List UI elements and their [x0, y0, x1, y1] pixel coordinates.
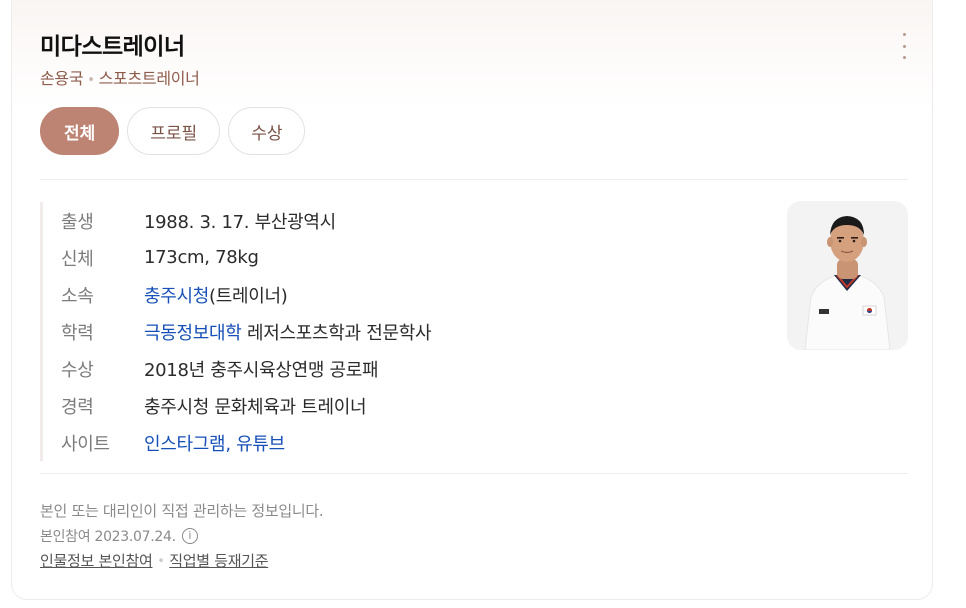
self-participation-link[interactable]: 인물정보 본인참여: [40, 550, 153, 571]
tab-all[interactable]: 전체: [40, 107, 120, 155]
youtube-link[interactable]: 유튜브: [236, 434, 285, 455]
page-title: 미다스트레이너: [40, 34, 185, 60]
info-label: 소속: [61, 285, 94, 307]
separator-dot: •: [157, 553, 165, 568]
separator-dot: •: [87, 73, 95, 88]
info-row-education: 학력 극동정보대학 레저스포츠학과 전문학사: [61, 313, 432, 350]
education-suffix: 레저스포츠학과 전문학사: [241, 322, 432, 344]
info-row-affiliation: 소속 충주시청(트레이너): [61, 276, 431, 313]
tab-awards[interactable]: 수상: [228, 107, 306, 155]
info-label: 사이트: [61, 433, 110, 455]
info-label: 수상: [61, 359, 94, 381]
participation-date: 본인참여 2023.07.24.: [40, 528, 176, 545]
profile-card: 미다스트레이너 손용국 • 스포츠트레이너 전체 프로필 수상 출생 1988. 3…: [11, 0, 933, 600]
info-label: 출생: [61, 211, 94, 233]
info-value: 극동정보대학 레저스포츠학과 전문학사: [144, 319, 432, 345]
info-label: 학력: [61, 322, 94, 344]
divider: [40, 473, 908, 474]
affiliation-suffix: (트레이너): [209, 285, 288, 307]
info-value: 충주시청 문화체육과 트레이너: [144, 396, 367, 418]
info-row-award: 수상 2018년 충주시육상연맹 공로패: [61, 350, 431, 387]
footer: 본인 또는 대리인이 직접 관리하는 정보입니다. 본인참여 2023.07.2…: [40, 498, 324, 573]
info-label: 신체: [61, 248, 94, 270]
info-row-birth: 출생 1988. 3. 17. 부산광역시: [61, 202, 431, 239]
profile-info-list: 출생 1988. 3. 17. 부산광역시 신체 173cm, 78kg 소속 …: [40, 202, 432, 461]
site-separator: ,: [225, 433, 237, 455]
listing-criteria-link[interactable]: 직업별 등재기준: [169, 550, 268, 571]
profile-photo[interactable]: [787, 201, 908, 350]
info-value: 1988. 3. 17. 부산광역시: [144, 211, 336, 233]
more-vertical-icon[interactable]: [897, 33, 911, 59]
info-row-body: 신체 173cm, 78kg: [61, 239, 431, 276]
info-row-site: 사이트 인스타그램, 유튜브: [61, 424, 431, 461]
participation-info: 본인참여 2023.07.24. i: [40, 523, 323, 548]
ownership-notice: 본인 또는 대리인이 직접 관리하는 정보입니다.: [40, 502, 324, 520]
affiliation-link[interactable]: 충주시청: [144, 286, 209, 307]
info-row-career: 경력 충주시청 문화체육과 트레이너: [61, 387, 431, 424]
subtitle-job[interactable]: 스포츠트레이너: [99, 69, 200, 88]
subtitle-name[interactable]: 손용국: [40, 69, 84, 88]
info-label: 경력: [61, 396, 94, 418]
tab-profile[interactable]: 프로필: [127, 107, 221, 155]
education-link[interactable]: 극동정보대학: [144, 323, 242, 344]
instagram-link[interactable]: 인스타그램: [144, 434, 226, 455]
divider: [40, 179, 908, 180]
tab-bar: 전체 프로필 수상: [40, 107, 306, 155]
subtitle: 손용국 • 스포츠트레이너: [40, 65, 200, 89]
footer-links: 인물정보 본인참여 • 직업별 등재기준: [40, 548, 323, 573]
info-value: 173cm, 78kg: [144, 247, 259, 268]
info-value: 인스타그램, 유튜브: [144, 430, 285, 456]
info-value: 2018년 충주시육상연맹 공로패: [144, 359, 379, 381]
info-icon[interactable]: i: [181, 527, 198, 544]
info-value: 충주시청(트레이너): [144, 282, 288, 308]
